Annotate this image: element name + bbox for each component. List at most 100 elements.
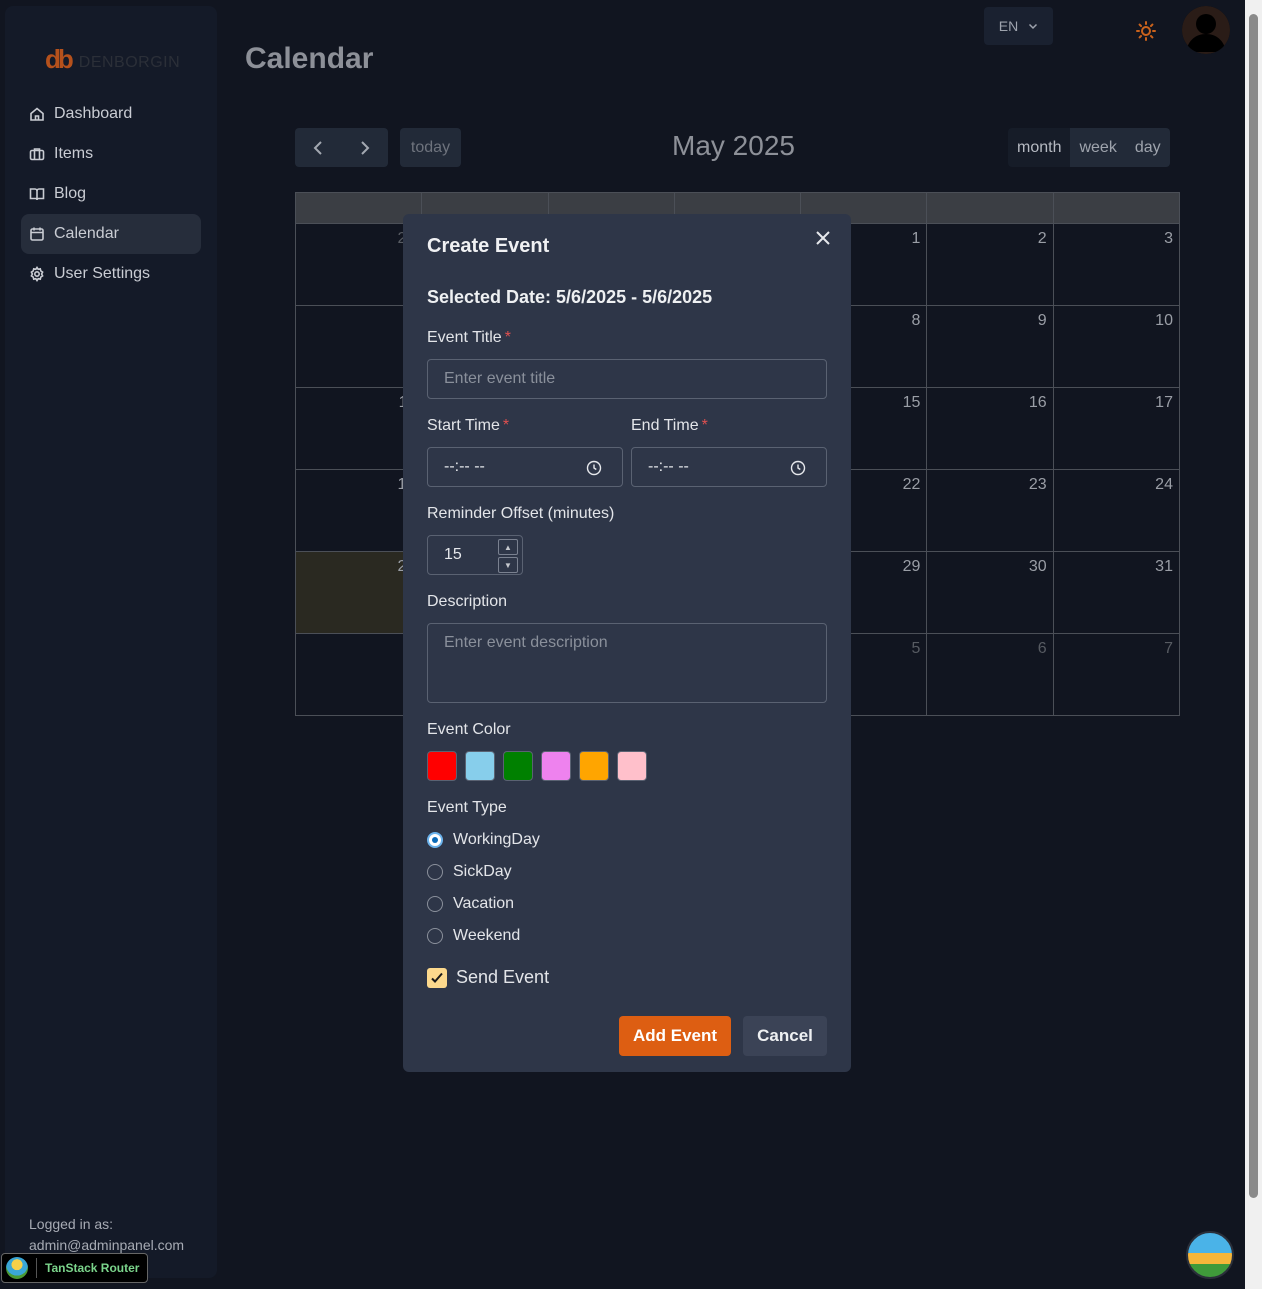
day-number[interactable]: 30	[1029, 558, 1047, 575]
day-cell[interactable]: 3	[1054, 224, 1179, 305]
home-icon	[30, 107, 44, 121]
day-number[interactable]: 9	[1038, 312, 1047, 329]
end-time-input[interactable]: --:-- --	[631, 447, 827, 487]
scrollbar[interactable]	[1245, 0, 1262, 1289]
description-textarea[interactable]: Enter event description	[427, 623, 827, 703]
send-event-toggle[interactable]: Send Event	[427, 967, 549, 988]
view-week-button[interactable]: week	[1070, 128, 1126, 167]
day-number[interactable]: 6	[1038, 640, 1047, 657]
radio-label: Weekend	[453, 927, 521, 944]
radio-button[interactable]	[427, 832, 443, 848]
description-placeholder: Enter event description	[444, 634, 608, 651]
floating-action-island-icon[interactable]	[1186, 1231, 1234, 1279]
sidebar: db DENBORGIN Dashboard Items Blog Calend…	[5, 6, 217, 1278]
divider	[36, 1258, 37, 1278]
day-number[interactable]: 22	[903, 476, 921, 493]
day-number[interactable]: 8	[912, 312, 921, 329]
chevron-right-icon	[361, 140, 370, 155]
close-icon[interactable]	[815, 230, 831, 246]
description-label: Description	[427, 593, 508, 610]
sidebar-item-calendar[interactable]: Calendar	[21, 214, 201, 254]
day-cell[interactable]: 7	[1054, 634, 1179, 715]
theme-toggle-sun-icon[interactable]	[1135, 20, 1157, 42]
radio-button[interactable]	[427, 928, 443, 944]
start-time-label: Start Time *	[427, 417, 510, 434]
event-type-option-weekend[interactable]: Weekend	[427, 927, 520, 945]
add-event-button[interactable]: Add Event	[619, 1016, 731, 1056]
sidebar-item-user-settings[interactable]: User Settings	[21, 254, 201, 294]
next-month-button[interactable]	[342, 128, 389, 167]
scrollbar-thumb[interactable]	[1249, 14, 1258, 1198]
chevron-left-icon	[313, 140, 322, 155]
book-icon	[29, 188, 45, 201]
brand-logo[interactable]: db DENBORGIN	[45, 46, 180, 72]
day-number[interactable]: 10	[1155, 312, 1173, 329]
prev-month-button[interactable]	[295, 128, 342, 167]
event-type-option-vacation[interactable]: Vacation	[427, 895, 514, 913]
radio-button[interactable]	[427, 864, 443, 880]
day-cell[interactable]: 2	[927, 224, 1054, 305]
day-number[interactable]: 15	[903, 394, 921, 411]
sidebar-item-blog[interactable]: Blog	[21, 174, 201, 214]
calendar-view-switcher: month week day	[1008, 128, 1170, 167]
color-swatch-orange[interactable]	[579, 751, 609, 781]
day-cell[interactable]: 16	[927, 388, 1054, 469]
user-avatar[interactable]	[1182, 6, 1230, 54]
day-number[interactable]: 23	[1029, 476, 1047, 493]
color-swatch-pink[interactable]	[617, 751, 647, 781]
weekday-header	[1054, 193, 1179, 223]
color-swatch-red[interactable]	[427, 751, 457, 781]
today-button[interactable]: today	[400, 128, 461, 167]
tanstack-devtools-button[interactable]: TanStack Router	[1, 1253, 149, 1283]
stepper-down-button[interactable]: ▼	[498, 557, 518, 573]
sidebar-nav: Dashboard Items Blog Calendar User Setti…	[21, 94, 201, 294]
end-time-value: --:-- --	[648, 458, 689, 475]
briefcase-icon	[29, 148, 45, 161]
day-number[interactable]: 1	[912, 230, 921, 247]
view-month-button[interactable]: month	[1008, 128, 1071, 167]
day-cell[interactable]: 30	[927, 552, 1054, 633]
day-cell[interactable]: 9	[927, 306, 1054, 387]
sidebar-item-dashboard[interactable]: Dashboard	[21, 94, 201, 134]
day-number[interactable]: 31	[1155, 558, 1173, 575]
event-type-option-workingday[interactable]: WorkingDay	[427, 831, 540, 849]
day-number[interactable]: 3	[1164, 230, 1173, 247]
reminder-offset-input[interactable]: 15 ▲ ▼	[427, 535, 523, 575]
radio-button[interactable]	[427, 896, 443, 912]
day-number[interactable]: 17	[1155, 394, 1173, 411]
send-event-checkbox[interactable]	[427, 967, 447, 988]
day-number[interactable]: 5	[912, 640, 921, 657]
day-cell[interactable]: 10	[1054, 306, 1179, 387]
clock-icon[interactable]	[790, 460, 806, 476]
day-cell[interactable]: 24	[1054, 470, 1179, 551]
day-cell[interactable]: 23	[927, 470, 1054, 551]
sidebar-item-items[interactable]: Items	[21, 134, 201, 174]
sidebar-item-label: User Settings	[54, 265, 151, 282]
chevron-down-icon	[1029, 23, 1038, 30]
view-day-button[interactable]: day	[1125, 128, 1170, 167]
calendar-icon	[30, 227, 44, 241]
gear-icon	[30, 266, 44, 282]
sidebar-item-label: Blog	[54, 185, 87, 202]
day-number[interactable]: 29	[903, 558, 921, 575]
color-swatch-green[interactable]	[503, 751, 533, 781]
stepper-up-button[interactable]: ▲	[498, 539, 518, 555]
event-title-input[interactable]: Enter event title	[427, 359, 827, 399]
day-cell[interactable]: 31	[1054, 552, 1179, 633]
sidebar-item-label: Dashboard	[54, 105, 133, 122]
language-select[interactable]: EN	[984, 7, 1053, 45]
color-swatch-skyblue[interactable]	[465, 751, 495, 781]
color-swatch-violet[interactable]	[541, 751, 571, 781]
event-type-option-sickday[interactable]: SickDay	[427, 863, 512, 881]
day-cell[interactable]: 6	[927, 634, 1054, 715]
day-number[interactable]: 7	[1164, 640, 1173, 657]
cancel-button[interactable]: Cancel	[743, 1016, 827, 1056]
day-number[interactable]: 16	[1029, 394, 1047, 411]
clock-icon[interactable]	[586, 460, 602, 476]
brand-mark: db	[45, 44, 74, 74]
start-time-input[interactable]: --:-- --	[427, 447, 623, 487]
day-cell[interactable]: 17	[1054, 388, 1179, 469]
day-number[interactable]: 2	[1038, 230, 1047, 247]
day-number[interactable]: 24	[1155, 476, 1173, 493]
radio-label: SickDay	[453, 863, 512, 880]
